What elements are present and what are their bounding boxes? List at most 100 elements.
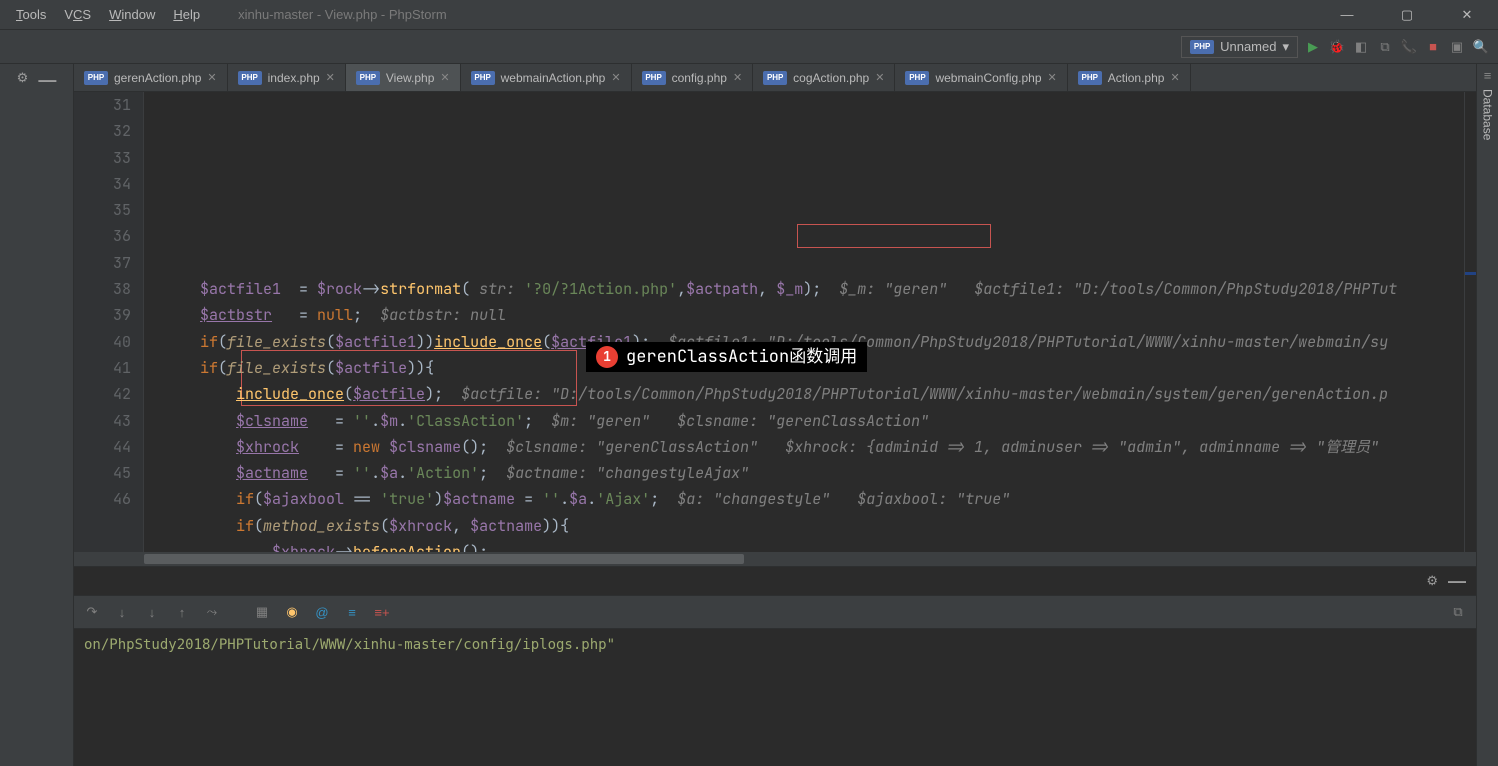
run-button[interactable]: ▶ [1304,38,1322,56]
right-tool-strip: ≡ Database [1476,64,1498,766]
list-icon[interactable]: ≡ [342,602,362,622]
code-line-38[interactable]: $actname = ''.$a.'Action'; $actname: "ch… [154,460,1464,486]
collapse-icon[interactable]: — [38,70,56,91]
scrollbar-thumb[interactable] [144,554,744,564]
left-tool-strip: ⚙ — [0,64,74,766]
tab-close-icon[interactable]: ✕ [733,71,742,84]
php-icon: PHP [471,71,495,85]
maximize-button[interactable]: ▢ [1392,5,1422,25]
php-icon: PHP [1190,40,1214,54]
php-icon: PHP [763,71,787,85]
minimize-button[interactable]: — [1332,5,1362,25]
tab-close-icon[interactable]: ✕ [1170,71,1179,84]
editor-tab-Action-php[interactable]: PHP Action.php ✕ [1068,64,1191,91]
tab-close-icon[interactable]: ✕ [611,71,620,84]
attach-button[interactable]: 📞 [1400,38,1418,56]
php-icon: PHP [238,71,262,85]
layout-button[interactable]: ▣ [1448,38,1466,56]
force-step-icon[interactable]: ↑ [172,602,192,622]
php-icon: PHP [905,71,929,85]
menu-vcs[interactable]: VCS [56,5,99,24]
code-line-35[interactable]: include_once($actfile); $actfile: "D:/to… [154,381,1464,407]
tab-label: View.php [386,71,435,85]
editor-tab-webmainAction-php[interactable]: PHP webmainAction.php ✕ [461,64,632,91]
run-config-name: Unnamed [1220,39,1276,54]
tab-label: cogAction.php [793,71,869,85]
run-to-cursor-icon[interactable]: ⤳ [202,602,222,622]
tab-close-icon[interactable]: ✕ [1048,71,1057,84]
annotation-number: 1 [596,346,618,368]
code-line-36[interactable]: $clsname = ''.$m.'ClassAction'; $m: "ger… [154,408,1464,434]
line-number-gutter[interactable]: 31323334353637383940414243444546 [88,92,144,552]
fold-gutter[interactable] [144,92,154,552]
editor-tab-cogAction-php[interactable]: PHP cogAction.php ✕ [753,64,895,91]
database-panel-icon[interactable]: ≡ [1484,68,1492,83]
database-panel-label[interactable]: Database [1481,89,1495,140]
breakpoint-gutter[interactable] [74,92,88,552]
main-menu: Tools VCS Window Help [8,5,208,24]
code-line-40[interactable]: if(method_exists($xhrock, $actname)){ [154,513,1464,539]
profiler-button[interactable]: ⧉ [1376,38,1394,56]
editor-area[interactable]: 31323334353637383940414243444546 1 geren… [74,92,1476,552]
debug-button[interactable]: 🐞 [1328,38,1346,56]
search-everywhere-button[interactable]: 🔍 [1472,38,1490,56]
menu-window[interactable]: Window [101,5,163,24]
step-out-icon[interactable]: ↓ [142,602,162,622]
titlebar: Tools VCS Window Help xinhu-master - Vie… [0,0,1498,30]
at-icon[interactable]: @ [312,602,332,622]
editor-tab-index-php[interactable]: PHP index.php ✕ [228,64,346,91]
debug-output[interactable]: on/PhpStudy2018/PHPTutorial/WWW/xinhu-ma… [74,629,1476,766]
evaluate-icon[interactable]: ▦ [252,602,272,622]
tab-close-icon[interactable]: ✕ [207,71,216,84]
tab-label: config.php [672,71,727,85]
editor-tab-gerenAction-php[interactable]: PHPgerenAction.php✕ [74,64,228,91]
code-line-32[interactable]: $actbstr = null; $actbstr: null [154,302,1464,328]
menu-help[interactable]: Help [165,5,208,24]
debug-panel: ⚙ — ↷ ↓ ↓ ↑ ⤳ ▦ ◉ @ ≡ ≡+ ⧉ on/PhpStudy20… [74,566,1476,766]
highlight-box-clsname [797,224,991,248]
php-icon: PHP [356,71,380,85]
menu-tools[interactable]: Tools [8,5,54,24]
code-editor[interactable]: 1 gerenClassAction函数调用 $actfile1 = $rock… [154,92,1464,552]
editor-tab-View-php[interactable]: PHP View.php ✕ [346,64,461,91]
debug-toolbar: ↷ ↓ ↓ ↑ ⤳ ▦ ◉ @ ≡ ≡+ ⧉ [74,595,1476,629]
add-icon[interactable]: ≡+ [372,602,392,622]
main-toolbar: PHP Unnamed ▾ ▶ 🐞 ◧ ⧉ 📞 ■ ▣ 🔍 [0,30,1498,64]
code-line-37[interactable]: $xhrock = new $clsname(); $clsname: "ger… [154,434,1464,460]
editor-tab-webmainConfig-php[interactable]: PHP webmainConfig.php ✕ [895,64,1067,91]
tab-close-icon[interactable]: ✕ [326,71,335,84]
tab-label: webmainAction.php [501,71,606,85]
close-button[interactable]: ✕ [1452,5,1482,25]
scrollbar-overview[interactable] [1464,92,1476,552]
debug-output-line: on/PhpStudy2018/PHPTutorial/WWW/xinhu-ma… [84,637,615,653]
tab-close-icon[interactable]: ✕ [875,71,884,84]
step-over-icon[interactable]: ↷ [82,602,102,622]
run-config-selector[interactable]: PHP Unnamed ▾ [1181,36,1298,58]
exec-marker [1465,272,1476,275]
code-line-39[interactable]: if($ajaxbool == 'true')$actname = ''.$a.… [154,486,1464,512]
horizontal-scrollbar[interactable] [74,552,1476,566]
window-title: xinhu-master - View.php - PhpStorm [238,7,447,22]
debug-collapse-icon[interactable]: — [1448,571,1466,592]
stop-button[interactable]: ■ [1424,38,1442,56]
tab-label: Action.php [1108,71,1165,85]
step-into-icon[interactable]: ↓ [112,602,132,622]
editor-tab-config-php[interactable]: PHP config.php ✕ [632,64,754,91]
php-icon: PHP [642,71,666,85]
chevron-down-icon: ▾ [1282,39,1289,55]
settings-icon[interactable]: ⚙ [17,70,29,91]
watches-icon[interactable]: ◉ [282,602,302,622]
code-line-31[interactable]: $actfile1 = $rock->strformat( str: '?0/?… [154,276,1464,302]
editor-tabbar: PHP gerenAction.php ✕ PHP index.php ✕ PHP View.… [74,64,1476,92]
tab-close-icon[interactable]: ✕ [440,71,449,84]
php-icon: PHP [1078,71,1102,85]
tab-label: index.php [268,71,320,85]
annotation-text: gerenClassAction函数调用 [626,344,857,370]
coverage-button[interactable]: ◧ [1352,38,1370,56]
debug-panel-header: ⚙ — [74,567,1476,595]
tab-label: webmainConfig.php [935,71,1041,85]
layout-settings-icon[interactable]: ⧉ [1448,602,1468,622]
code-line-41[interactable]: $xhrock->beforeAction(); [154,539,1464,552]
debug-settings-icon[interactable]: ⚙ [1426,573,1438,589]
tab-label: gerenAction.php [114,71,201,85]
